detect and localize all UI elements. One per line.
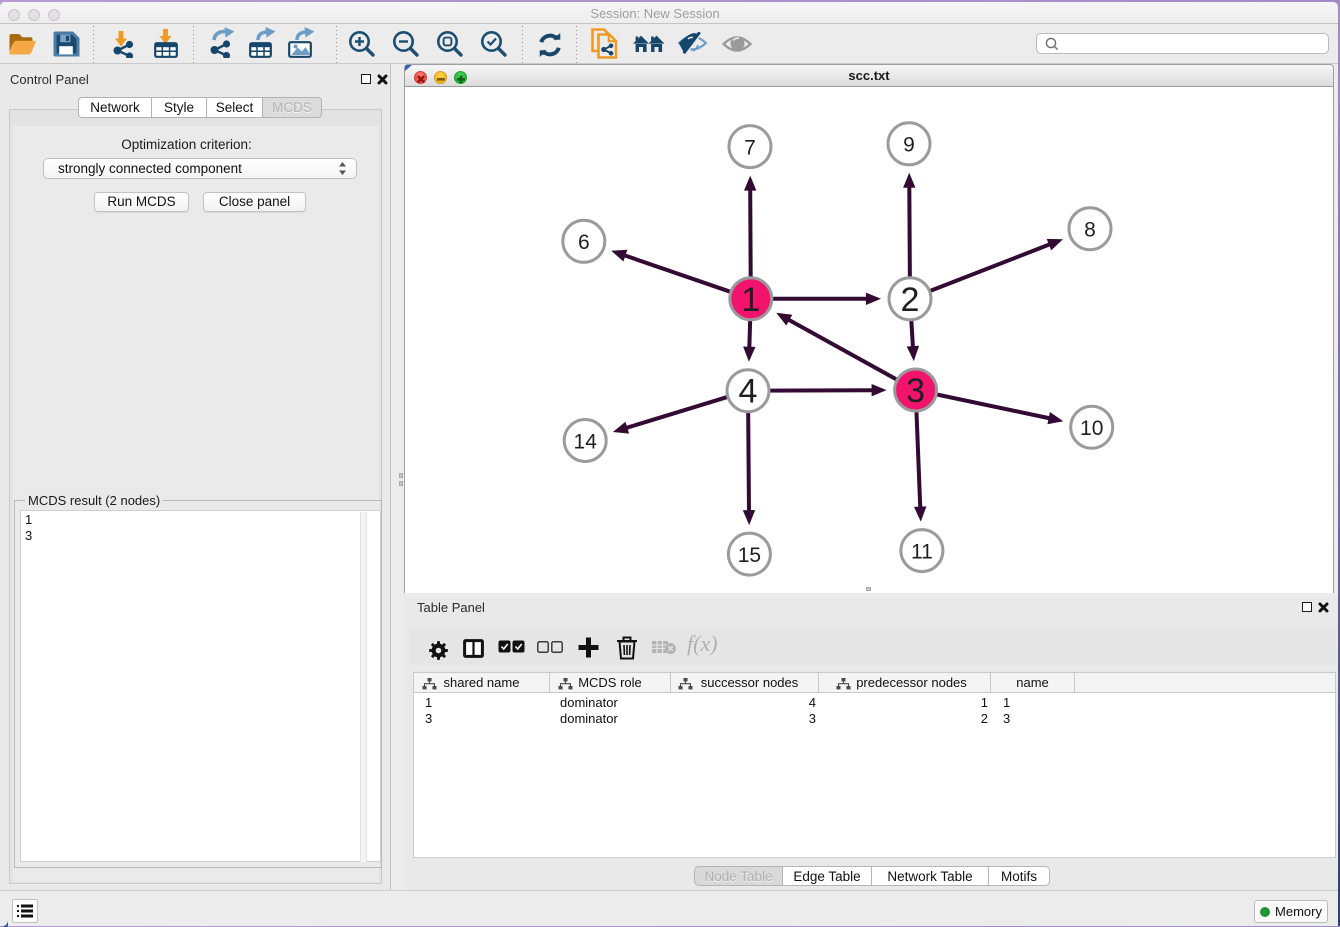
svg-text:9: 9 [903,134,915,157]
svg-text:14: 14 [574,430,598,453]
svg-text:10: 10 [1080,417,1103,440]
svg-text:4: 4 [739,373,758,411]
svg-text:7: 7 [744,136,756,159]
svg-text:15: 15 [738,544,761,567]
svg-text:3: 3 [906,372,925,410]
svg-text:8: 8 [1084,219,1096,242]
svg-text:1: 1 [741,281,760,319]
svg-text:6: 6 [578,231,590,254]
svg-text:2: 2 [901,281,920,319]
svg-text:11: 11 [911,540,933,563]
